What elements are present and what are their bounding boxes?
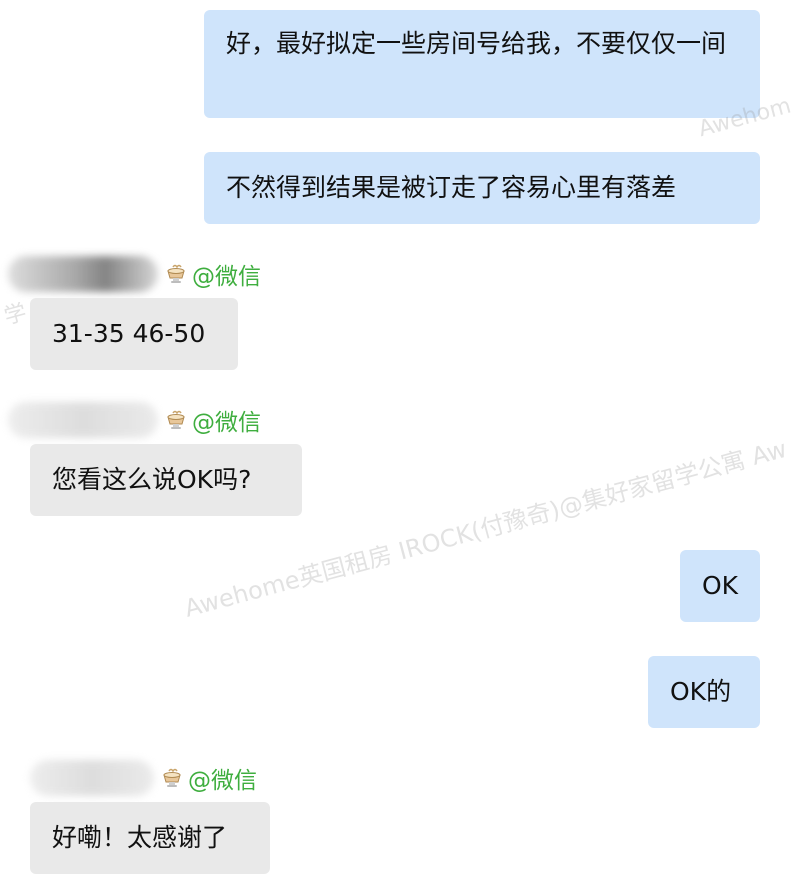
sender-name-blurred xyxy=(30,760,154,796)
message-bubble-incoming[interactable]: 31-35 46-50 xyxy=(30,298,238,370)
message-text: 31-35 46-50 xyxy=(52,319,206,348)
chat-area: 好，最好拟定一些房间号给我，不要仅仅一间 不然得到结果是被订走了容易心里有落差 … xyxy=(0,0,792,892)
sender-name-blurred xyxy=(8,402,158,438)
message-bubble-outgoing[interactable]: 不然得到结果是被订走了容易心里有落差 xyxy=(204,152,760,224)
message-bubble-outgoing[interactable]: OK的 xyxy=(648,656,760,728)
message-bubble-incoming[interactable]: 好嘞！太感谢了 xyxy=(30,802,270,874)
message-text: 不然得到结果是被订走了容易心里有落差 xyxy=(226,173,677,202)
message-text: OK的 xyxy=(670,677,732,706)
message-bubble-incoming[interactable]: 您看这么说OK吗? xyxy=(30,444,302,516)
sender-handle: @微信 xyxy=(192,410,261,436)
sender-handle: @微信 xyxy=(192,264,261,290)
watermark-text: 学 xyxy=(1,300,30,330)
cup-icon xyxy=(160,766,184,790)
sender-header: @微信 xyxy=(8,400,261,440)
sender-handle: @微信 xyxy=(188,768,257,794)
sender-name-blurred xyxy=(8,256,158,292)
message-text: 好，最好拟定一些房间号给我，不要仅仅一间 xyxy=(226,29,727,58)
message-bubble-outgoing[interactable]: 好，最好拟定一些房间号给我，不要仅仅一间 xyxy=(204,10,760,118)
message-text: 好嘞！太感谢了 xyxy=(52,823,228,852)
sender-header: @微信 xyxy=(8,254,261,294)
message-text: OK xyxy=(702,571,739,600)
cup-icon xyxy=(164,408,188,432)
message-text: 您看这么说OK吗? xyxy=(52,465,252,494)
message-bubble-outgoing[interactable]: OK xyxy=(680,550,760,622)
cup-icon xyxy=(164,262,188,286)
sender-header: @微信 xyxy=(30,758,257,798)
